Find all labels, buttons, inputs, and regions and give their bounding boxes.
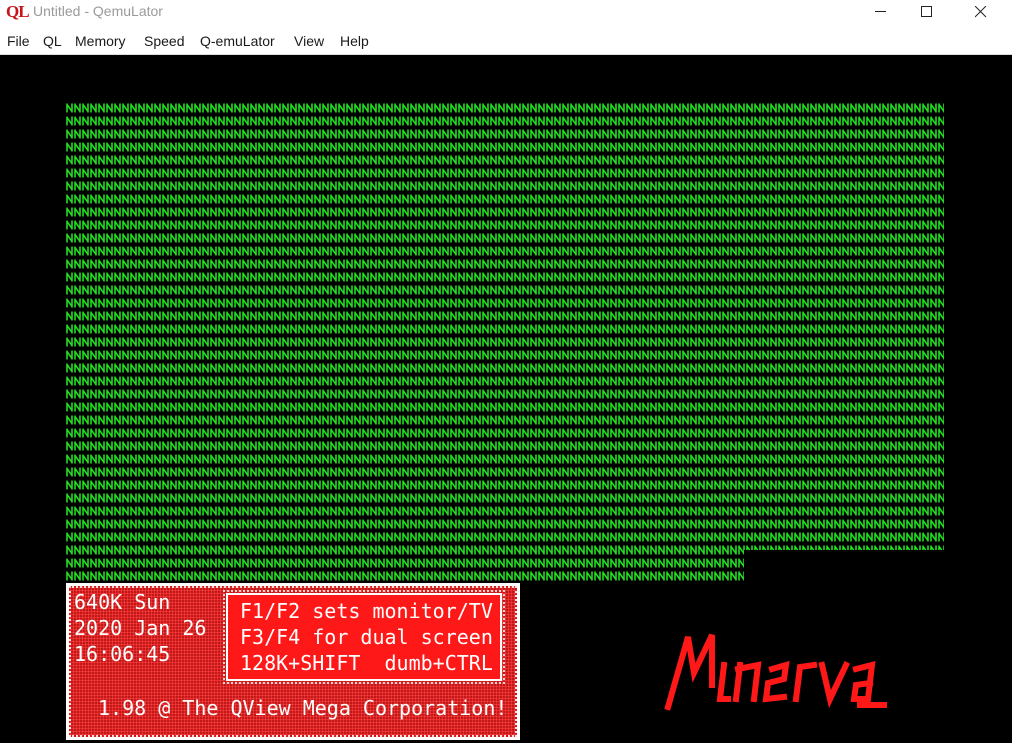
help-line: F3/F4 for dual screen xyxy=(240,625,493,649)
time-info: 16:06:45 xyxy=(74,642,171,666)
pattern-block-tail xyxy=(66,550,744,583)
date-info: 2020 Jan 26 xyxy=(74,616,207,640)
help-box: F1/F2 sets monitor/TV F3/F4 for dual scr… xyxy=(223,590,505,684)
menu-bar: File QL Memory Speed Q-emuLator View Hel… xyxy=(0,30,1012,52)
app-icon[interactable]: QL xyxy=(6,2,30,22)
window-title: Untitled - QemuLator xyxy=(33,3,163,19)
menu-q-emulator[interactable]: Q-emuLator xyxy=(200,33,275,49)
close-button[interactable] xyxy=(958,0,1004,24)
character-fill-area xyxy=(66,102,944,583)
help-line: 128K+SHIFT dumb+CTRL xyxy=(240,651,493,675)
menu-view[interactable]: View xyxy=(294,33,324,49)
title-bar[interactable]: QL Untitled - QemuLator xyxy=(0,0,1012,24)
memory-info: 640K Sun xyxy=(74,590,171,614)
help-line: F1/F2 sets monitor/TV xyxy=(240,599,493,623)
menu-speed[interactable]: Speed xyxy=(144,33,184,49)
minimize-button[interactable] xyxy=(858,0,904,24)
copyright-line: 1.98 @ The QView Mega Corporation! xyxy=(98,696,508,720)
close-icon xyxy=(975,6,987,18)
menu-ql[interactable]: QL xyxy=(43,33,62,49)
emulator-screen[interactable]: 640K Sun 2020 Jan 26 16:06:45 F1/F2 sets… xyxy=(0,55,1012,743)
maximize-button[interactable] xyxy=(904,0,950,24)
minerva-logo xyxy=(664,633,887,711)
minimize-icon xyxy=(875,11,886,12)
maximize-icon xyxy=(921,6,932,17)
menu-help[interactable]: Help xyxy=(340,33,369,49)
menu-memory[interactable]: Memory xyxy=(75,33,126,49)
boot-info-panel: 640K Sun 2020 Jan 26 16:06:45 F1/F2 sets… xyxy=(66,583,520,740)
pattern-block-main xyxy=(66,102,944,550)
menu-file[interactable]: File xyxy=(7,33,30,49)
